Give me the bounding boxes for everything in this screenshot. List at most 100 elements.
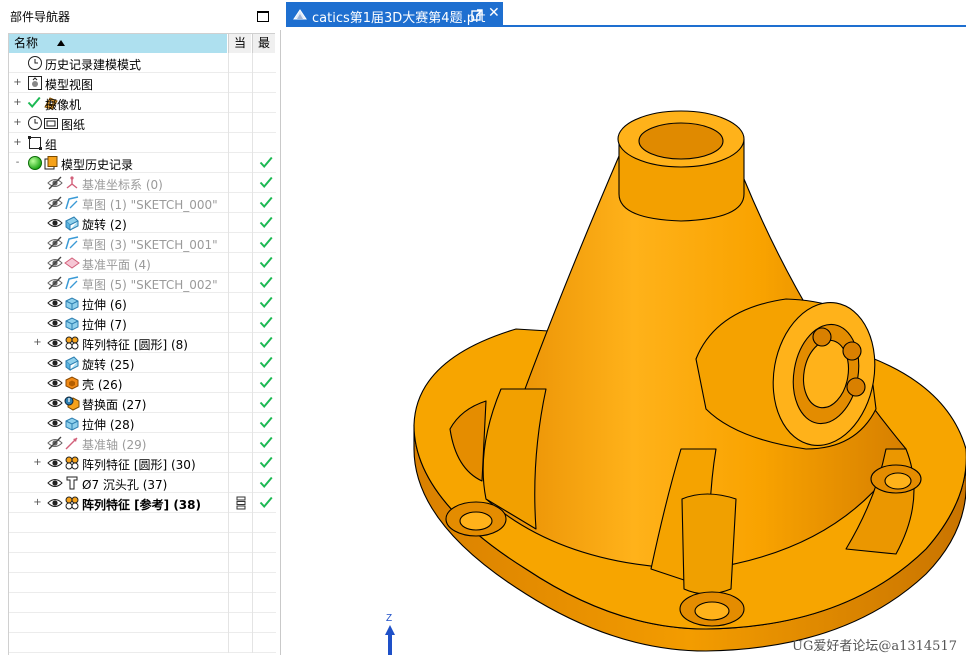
tree-row[interactable]: 草图 (3) "SKETCH_001" [9,233,276,253]
tree-row[interactable]: + 阵列特征 [圆形] (30) [9,453,276,473]
expand-icon[interactable]: + [13,118,22,128]
tree-row[interactable]: Ø7 沉头孔 (37) [9,473,276,493]
current-cell [228,313,252,333]
tree-row-label: 拉伸 (7) [82,318,127,332]
collapse-icon[interactable]: - [13,158,22,168]
latest-cell [252,373,276,393]
hidden-eye-icon[interactable] [47,235,63,251]
revolve-icon [64,355,80,371]
history-icon [43,155,59,171]
hidden-eye-icon[interactable] [47,275,63,291]
current-cell [228,173,252,193]
tree-row[interactable]: 壳 (26) [9,373,276,393]
tree-row[interactable]: 拉伸 (7) [9,313,276,333]
view-triad: Z [385,613,395,655]
column-header-current[interactable]: 当 [228,34,252,53]
up-to-date-check-icon [259,255,273,269]
model-viewport[interactable] [286,29,966,655]
tree-row[interactable]: + 阵列特征 [参考] (38) [9,493,276,513]
extrude-icon [64,295,80,311]
hole-icon [64,475,80,491]
hidden-eye-icon[interactable] [47,195,63,211]
tree-row[interactable]: 替换面 (27) [9,393,276,413]
latest-cell [252,633,276,653]
datum-axis-icon [64,435,80,451]
expand-icon[interactable]: + [33,498,42,508]
datum-csys-icon [64,175,80,191]
visible-eye-icon[interactable] [47,315,63,331]
tree-row[interactable]: 基准轴 (29) [9,433,276,453]
latest-cell [252,233,276,253]
visible-eye-icon[interactable] [47,395,63,411]
sketch-icon [64,235,80,251]
extrude-icon [64,315,80,331]
tree-row[interactable]: + 组 [9,133,276,153]
tree-row[interactable]: - 模型历史记录 [9,153,276,173]
up-to-date-check-icon [259,175,273,189]
visible-eye-icon[interactable] [47,295,63,311]
visible-eye-icon[interactable] [47,495,63,511]
tree-row[interactable]: + 阵列特征 [圆形] (8) [9,333,276,353]
current-cell [228,513,252,533]
column-header-latest[interactable]: 最 [252,34,276,53]
tree-row[interactable]: 旋转 (2) [9,213,276,233]
tree-row[interactable]: 拉伸 (6) [9,293,276,313]
tree-row[interactable]: + 模型视图 [9,73,276,93]
current-cell [228,433,252,453]
current-cell [228,473,252,493]
close-tab-icon[interactable]: ✕ [488,5,500,21]
model-view-icon [27,75,43,91]
graphics-window[interactable]: catics第1届3D大赛第4题.prt ✕ Z UG爱好者论坛@a131451… [286,0,966,655]
hidden-eye-icon[interactable] [47,435,63,451]
active-camera-check-icon [27,95,43,111]
undock-icon[interactable] [471,9,483,21]
triad-z-label: Z [386,613,392,624]
tree-row[interactable]: + 图纸 [9,113,276,133]
latest-cell [252,433,276,453]
expand-icon[interactable]: + [13,98,22,108]
visible-eye-icon[interactable] [47,335,63,351]
tree-row[interactable]: 基准坐标系 (0) [9,173,276,193]
expand-icon[interactable]: + [13,78,22,88]
group-icon [27,135,43,151]
latest-cell [252,353,276,373]
current-cell [228,553,252,573]
current-cell [228,213,252,233]
maximize-button[interactable] [257,11,269,22]
tree-row[interactable]: 基准平面 (4) [9,253,276,273]
tree-row-label: 替换面 (27) [82,398,147,412]
part-model[interactable] [413,110,966,652]
tree-row[interactable]: 旋转 (25) [9,353,276,373]
latest-cell [252,213,276,233]
tree-row[interactable]: 草图 (5) "SKETCH_002" [9,273,276,293]
expand-icon[interactable]: + [33,458,42,468]
visible-eye-icon[interactable] [47,415,63,431]
current-cell [228,593,252,613]
clock-icon [27,115,43,131]
tree-row[interactable]: + 摄像机 [9,93,276,113]
expand-icon[interactable]: + [33,338,42,348]
expand-icon[interactable]: + [13,138,22,148]
tree-row-label: 拉伸 (6) [82,298,127,312]
tree-row[interactable]: 历史记录建模模式 [9,53,276,73]
current-cell [228,273,252,293]
up-to-date-check-icon [259,455,273,469]
visible-eye-icon[interactable] [47,455,63,471]
tree-row-label: 草图 (5) "SKETCH_002" [82,278,218,292]
tree-row-label: 阵列特征 [圆形] (30) [82,458,196,472]
tree-row[interactable]: 拉伸 (28) [9,413,276,433]
up-to-date-check-icon [259,235,273,249]
hidden-eye-icon[interactable] [47,175,63,191]
hidden-eye-icon[interactable] [47,255,63,271]
up-to-date-check-icon [259,215,273,229]
tree-row[interactable]: 草图 (1) "SKETCH_000" [9,193,276,213]
document-tab[interactable]: catics第1届3D大赛第4题.prt ✕ [286,2,503,27]
column-header-name[interactable]: 名称 [9,34,228,53]
visible-eye-icon[interactable] [47,475,63,491]
latest-cell [252,553,276,573]
visible-eye-icon[interactable] [47,215,63,231]
visible-eye-icon[interactable] [47,375,63,391]
latest-cell [252,93,276,113]
empty-tree-row [9,613,276,633]
visible-eye-icon[interactable] [47,355,63,371]
